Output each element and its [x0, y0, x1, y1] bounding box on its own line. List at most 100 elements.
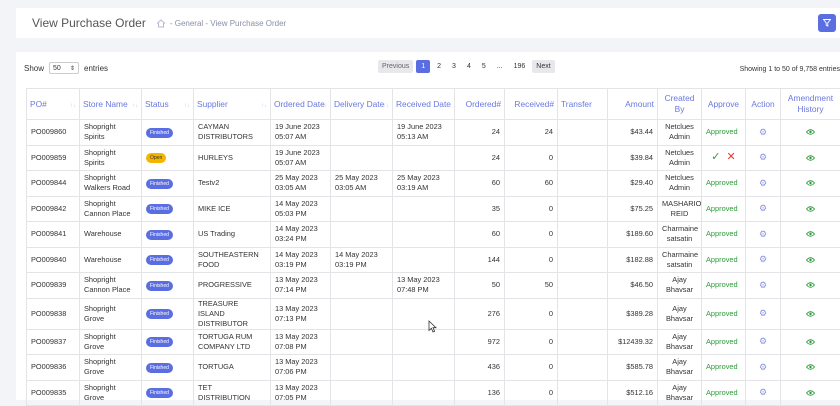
- eye-icon[interactable]: [806, 388, 815, 397]
- eye-icon[interactable]: [806, 229, 815, 238]
- gear-icon[interactable]: ⚙: [759, 127, 767, 137]
- store-name: Shopright Cannon Place: [80, 273, 142, 299]
- created-by: Ajay Bhavsar: [658, 273, 702, 299]
- eye-icon[interactable]: [806, 127, 815, 136]
- column-header-received-qty[interactable]: Received#: [505, 89, 558, 120]
- status-cell: Finished: [142, 171, 194, 197]
- column-header-created-by[interactable]: Created By: [658, 89, 702, 120]
- po-number[interactable]: PO009835: [27, 380, 80, 406]
- eye-icon[interactable]: [806, 153, 815, 162]
- column-header-store-name[interactable]: Store Name↑↓: [80, 89, 142, 120]
- gear-icon[interactable]: ⚙: [759, 336, 767, 346]
- column-header-action[interactable]: Action: [746, 89, 781, 120]
- eye-icon[interactable]: [806, 309, 815, 318]
- eye-icon[interactable]: [806, 178, 815, 187]
- store-name: Shopright Grove: [80, 298, 142, 329]
- gear-icon[interactable]: ⚙: [759, 229, 767, 239]
- table-row[interactable]: PO009835Shopright GroveFinishedTET DISTR…: [27, 380, 840, 406]
- gear-icon[interactable]: ⚙: [759, 387, 767, 397]
- status-cell: Open: [142, 145, 194, 171]
- table-row[interactable]: PO009860Shopright SpiritsFinishedCAYMAN …: [27, 120, 840, 146]
- table-row[interactable]: PO009842Shopright Cannon PlaceFinishedMI…: [27, 196, 840, 222]
- po-number[interactable]: PO009841: [27, 222, 80, 248]
- approved-status: Approved: [706, 280, 738, 289]
- action-cell: ⚙: [746, 355, 781, 381]
- po-number[interactable]: PO009860: [27, 120, 80, 146]
- approve-check-icon[interactable]: ✓: [711, 151, 720, 163]
- column-header-supplier[interactable]: Supplier↑↓: [194, 89, 271, 120]
- gear-icon[interactable]: ⚙: [759, 152, 767, 162]
- approve-cell: ✓✕: [702, 145, 746, 171]
- table-row[interactable]: PO009836Shopright GroveFinishedTORTUGA13…: [27, 355, 840, 381]
- gear-icon[interactable]: ⚙: [759, 362, 767, 372]
- table-row[interactable]: PO009859Shopright SpiritsOpenHURLEYS19 J…: [27, 145, 840, 171]
- entries-label: entries: [84, 64, 108, 73]
- amendment-history-cell: [781, 145, 840, 171]
- received-date: [393, 196, 455, 222]
- next-button[interactable]: Next: [532, 60, 554, 73]
- po-number[interactable]: PO009837: [27, 329, 80, 355]
- store-name: Shopright Cannon Place: [80, 196, 142, 222]
- po-number[interactable]: PO009836: [27, 355, 80, 381]
- table-row[interactable]: PO009839Shopright Cannon PlaceFinishedPR…: [27, 273, 840, 299]
- received-date: 25 May 2023 03:19 AM: [393, 171, 455, 197]
- status-badge: Finished: [146, 363, 173, 373]
- table-row[interactable]: PO009840WarehouseFinishedSOUTHEASTERN FO…: [27, 247, 840, 273]
- received-qty: 0: [505, 298, 558, 329]
- column-header-approve[interactable]: Approve: [702, 89, 746, 120]
- po-number[interactable]: PO009859: [27, 145, 80, 171]
- created-by: Netclues Admin: [658, 145, 702, 171]
- approve-cell: Approved: [702, 355, 746, 381]
- received-date: [393, 222, 455, 248]
- page-5-button[interactable]: 5: [478, 60, 490, 73]
- eye-icon[interactable]: [806, 337, 815, 346]
- page-2-button[interactable]: 2: [433, 60, 445, 73]
- po-number[interactable]: PO009844: [27, 171, 80, 197]
- table-row[interactable]: PO009841WarehouseFinishedUS Trading14 Ma…: [27, 222, 840, 248]
- filter-button[interactable]: [818, 14, 836, 32]
- eye-icon[interactable]: [806, 280, 815, 289]
- gear-icon[interactable]: ⚙: [759, 254, 767, 264]
- approve-cell: Approved: [702, 247, 746, 273]
- status-badge: Finished: [146, 230, 173, 240]
- transfer: [558, 329, 608, 355]
- column-header-received-date[interactable]: Received Date↑↓: [393, 89, 455, 120]
- gear-icon[interactable]: ⚙: [759, 280, 767, 290]
- gear-icon[interactable]: ⚙: [759, 203, 767, 213]
- breadcrumb: - General - View Purchase Order: [170, 19, 286, 28]
- column-header-status[interactable]: Status↑↓: [142, 89, 194, 120]
- eye-icon[interactable]: [806, 362, 815, 371]
- table-row[interactable]: PO009844Shopright Walkers RoadFinishedTe…: [27, 171, 840, 197]
- po-number[interactable]: PO009838: [27, 298, 80, 329]
- po-number[interactable]: PO009840: [27, 247, 80, 273]
- previous-button[interactable]: Previous: [378, 60, 413, 73]
- page-4-button[interactable]: 4: [463, 60, 475, 73]
- page-3-button[interactable]: 3: [448, 60, 460, 73]
- column-header-ordered-date[interactable]: Ordered Date↑↓: [271, 89, 331, 120]
- reject-cross-icon[interactable]: ✕: [727, 151, 736, 163]
- column-header-ordered-qty[interactable]: Ordered#: [455, 89, 505, 120]
- column-header-po[interactable]: PO#↑↓: [27, 89, 80, 120]
- amount: $12439.32: [608, 329, 658, 355]
- store-name: Warehouse: [80, 222, 142, 248]
- po-number[interactable]: PO009842: [27, 196, 80, 222]
- page-196-button[interactable]: 196: [510, 60, 530, 73]
- page-size-select[interactable]: 50 ⇕: [49, 62, 79, 74]
- column-header-amendment-history[interactable]: Amendment History: [781, 89, 840, 120]
- eye-icon[interactable]: [806, 255, 815, 264]
- gear-icon[interactable]: ⚙: [759, 308, 767, 318]
- home-icon[interactable]: [156, 18, 166, 28]
- column-header-amount[interactable]: Amount: [608, 89, 658, 120]
- po-number[interactable]: PO009839: [27, 273, 80, 299]
- amendment-history-cell: [781, 247, 840, 273]
- ordered-qty: 24: [455, 120, 505, 146]
- eye-icon[interactable]: [806, 204, 815, 213]
- page-1-button[interactable]: 1: [416, 60, 430, 73]
- gear-icon[interactable]: ⚙: [759, 178, 767, 188]
- amount: $182.88: [608, 247, 658, 273]
- column-header-transfer[interactable]: Transfer: [558, 89, 608, 120]
- column-header-delivery-date[interactable]: Delivery Date↑↓: [331, 89, 393, 120]
- delivery-date: [331, 329, 393, 355]
- ordered-date: 14 May 2023 03:19 PM: [271, 247, 331, 273]
- approve-cell: Approved: [702, 273, 746, 299]
